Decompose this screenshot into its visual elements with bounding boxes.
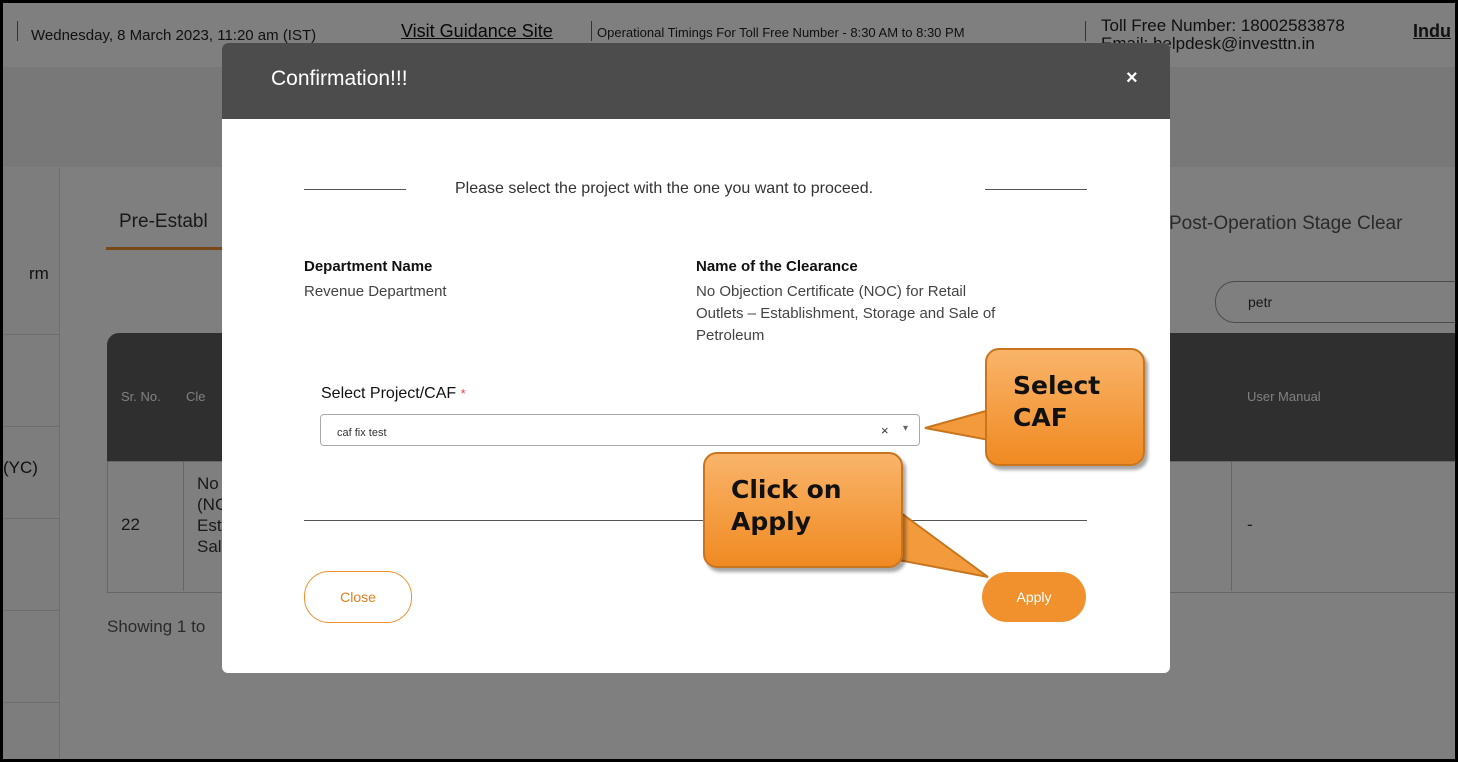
callout-pointers (891, 407, 1007, 578)
callout-line: Click on (731, 475, 842, 504)
callout-text: Select CAF (1013, 370, 1100, 434)
screenshot-frame: Wednesday, 8 March 2023, 11:20 am (IST) … (0, 0, 1458, 762)
select-caf-callout: Select CAF (985, 348, 1145, 466)
callout-line: CAF (1013, 403, 1068, 432)
callout-line: Apply (731, 507, 812, 536)
click-apply-pointer (891, 511, 989, 578)
callout-text: Click on Apply (731, 474, 842, 538)
callout-line: Select (1013, 371, 1101, 400)
click-apply-callout: Click on Apply (703, 452, 903, 568)
